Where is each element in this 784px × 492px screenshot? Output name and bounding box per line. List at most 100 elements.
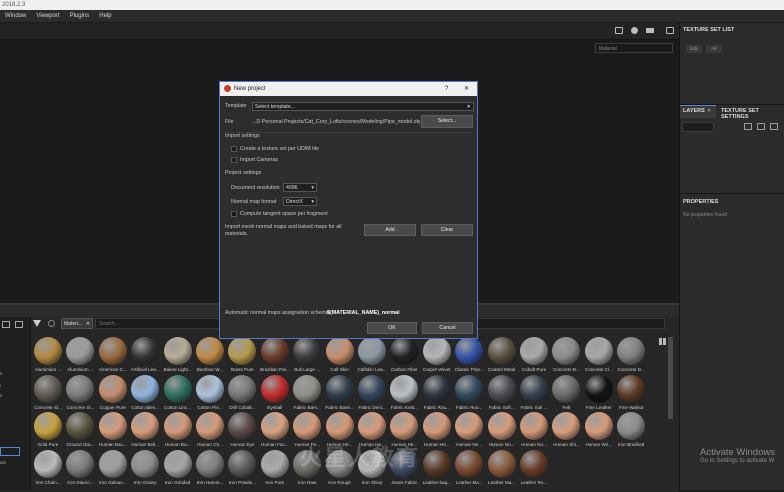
material-thumbnail[interactable]: American C... [97, 337, 129, 377]
shelf-scrollbar[interactable] [668, 337, 673, 419]
layer-blend-field[interactable] [682, 122, 714, 132]
add-button[interactable]: Add [364, 224, 416, 236]
screenshot-icon[interactable] [666, 27, 674, 34]
select-file-button[interactable]: Select... [421, 115, 473, 128]
material-thumbnail[interactable]: Concrete Sl... [32, 374, 64, 415]
material-thumbnail[interactable]: Iron Chain... [32, 449, 64, 490]
import-cameras-checkbox[interactable] [231, 157, 237, 163]
material-thumbnail[interactable]: Calf Skin [324, 337, 356, 377]
import-icon[interactable] [15, 321, 23, 328]
shelf-side-item[interactable]: als [0, 460, 6, 465]
material-thumbnail[interactable]: Coated Metal [486, 337, 518, 377]
material-thumbnail[interactable]: Human Eye [226, 412, 258, 452]
ok-button[interactable]: OK [367, 322, 417, 334]
help-button[interactable]: ? [445, 82, 448, 96]
material-thumbnail[interactable]: Human Shi... [550, 412, 582, 452]
material-thumbnail[interactable]: Brazilian Pal... [259, 337, 291, 377]
shelf-side-item[interactable]: s [0, 393, 2, 398]
material-thumbnail[interactable]: Iron Powde... [226, 449, 258, 490]
tangent-space-checkbox[interactable] [231, 211, 237, 217]
material-thumbnail[interactable]: Concrete D... [615, 337, 647, 377]
material-thumbnail[interactable]: Iron Grainy [129, 449, 161, 490]
add-layer-icon[interactable] [757, 123, 765, 130]
material-thumbnail[interactable]: Leather Ma... [486, 449, 518, 490]
material-thumbnail[interactable]: Fine Leather [583, 374, 615, 415]
doc-res-dropdown[interactable]: 4096 ▾ [283, 183, 317, 192]
material-thumbnail[interactable]: Human Bac... [97, 412, 129, 452]
material-thumbnail[interactable]: Iron Diamo... [64, 449, 96, 490]
material-thumbnail[interactable]: Felt [550, 374, 582, 415]
close-icon[interactable]: ✕ [464, 82, 469, 96]
material-thumbnail[interactable]: Fabric Suit ... [518, 374, 550, 415]
material-thumbnail[interactable]: Human Fac... [259, 412, 291, 452]
material-thumbnail[interactable]: Leather Ma... [453, 449, 485, 490]
material-thumbnail[interactable]: Calfskin Lea... [356, 337, 388, 377]
shelf-side-item[interactable]: s [0, 371, 2, 376]
material-thumbnail[interactable]: Fabric Soft... [486, 374, 518, 415]
material-thumbnail[interactable]: Human Ne... [453, 412, 485, 452]
material-thumbnail[interactable]: Aluminium ... [32, 337, 64, 377]
material-thumbnail[interactable]: Human Ch... [194, 412, 226, 452]
material-thumbnail[interactable]: Fabric Base... [324, 374, 356, 415]
material-thumbnail[interactable]: Cotton Linc... [162, 374, 194, 415]
normal-map-dropdown[interactable]: DirectX ▾ [283, 197, 317, 206]
all-button[interactable]: All [706, 45, 722, 53]
material-thumbnail[interactable]: Drill Cobalt... [226, 374, 258, 415]
filter-chip-materials[interactable]: Materi... ✕ [61, 318, 93, 329]
material-thumbnail[interactable]: Concrete B... [550, 337, 582, 377]
clear-button[interactable]: Clear [421, 224, 473, 236]
material-thumbnail[interactable]: Fabric Rou... [453, 374, 485, 415]
material-thumbnail[interactable]: Iron Pure [259, 449, 291, 490]
udim-checkbox[interactable] [231, 146, 237, 152]
material-thumbnail[interactable]: Human Bell... [129, 412, 161, 452]
menu-window[interactable]: Window [0, 10, 31, 22]
tab-texture-set-settings[interactable]: TEXTURE SET SETTINGS [721, 108, 784, 120]
material-thumbnail[interactable]: Artificial Lea... [129, 337, 161, 377]
material-thumbnail[interactable]: Fabric Bam... [291, 374, 323, 415]
filter-icon[interactable] [33, 320, 41, 327]
material-thumbnail[interactable]: Fabric Knitt... [388, 374, 420, 415]
shelf-side-item-selected[interactable] [0, 447, 20, 456]
material-thumbnail[interactable]: Fabric Rou... [421, 374, 453, 415]
add-fill-layer-icon[interactable] [744, 123, 752, 130]
hide-icon[interactable] [2, 321, 10, 328]
material-thumbnail[interactable]: Ground Gra... [64, 412, 96, 452]
template-dropdown[interactable]: Select template... ▾ [252, 102, 474, 111]
material-thumbnail[interactable]: Eyeball [259, 374, 291, 415]
material-thumbnail[interactable]: Bull Large ... [291, 337, 323, 377]
material-thumbnail[interactable]: Human No... [518, 412, 550, 452]
camera-frame-icon[interactable] [615, 27, 623, 34]
material-thumbnail[interactable]: Human No... [486, 412, 518, 452]
display-channel-field[interactable]: Material [595, 43, 673, 53]
menu-plugins[interactable]: Plugins [65, 10, 95, 22]
material-thumbnail[interactable]: Gold Pure [32, 412, 64, 452]
material-thumbnail[interactable]: Carbon Fiber [388, 337, 420, 377]
material-thumbnail[interactable]: Bamboo W... [194, 337, 226, 377]
material-thumbnail[interactable]: Fine Walnut [615, 374, 647, 415]
shelf-side-item[interactable]: i [0, 383, 1, 388]
material-thumbnail[interactable]: Human He... [421, 412, 453, 452]
material-thumbnail[interactable]: Leather baq... [421, 449, 453, 490]
material-thumbnail[interactable]: Iron Brushed [615, 412, 647, 452]
material-thumbnail[interactable]: Cotton Bien... [129, 374, 161, 415]
material-thumbnail[interactable]: Iron Hamm... [194, 449, 226, 490]
material-thumbnail[interactable]: Aluminium ... [64, 337, 96, 377]
material-thumbnail[interactable]: Copper Pure [97, 374, 129, 415]
material-thumbnail[interactable]: Concrete Cl... [583, 337, 615, 377]
clear-filter-icon[interactable] [48, 320, 55, 327]
material-thumbnail[interactable]: Cobalt Pure [518, 337, 550, 377]
chip-close-icon[interactable]: ✕ [86, 319, 90, 330]
material-thumbnail[interactable]: Iron Galvan... [97, 449, 129, 490]
menu-viewport[interactable]: Viewport [31, 10, 64, 22]
environment-icon[interactable] [631, 27, 638, 34]
material-thumbnail[interactable]: Baked Light... [162, 337, 194, 377]
tab-close-icon[interactable]: ✕ [707, 108, 711, 114]
material-thumbnail[interactable]: Concrete Sl... [64, 374, 96, 415]
material-thumbnail[interactable]: Brass Pure [226, 337, 258, 377]
material-thumbnail[interactable]: Classic Pinp... [453, 337, 485, 377]
material-thumbnail[interactable]: Iron Grinded [162, 449, 194, 490]
edit-button[interactable]: Edit [686, 45, 702, 53]
menu-help[interactable]: Help [94, 10, 116, 22]
add-mask-icon[interactable] [770, 123, 778, 130]
video-camera-icon[interactable] [646, 28, 654, 33]
